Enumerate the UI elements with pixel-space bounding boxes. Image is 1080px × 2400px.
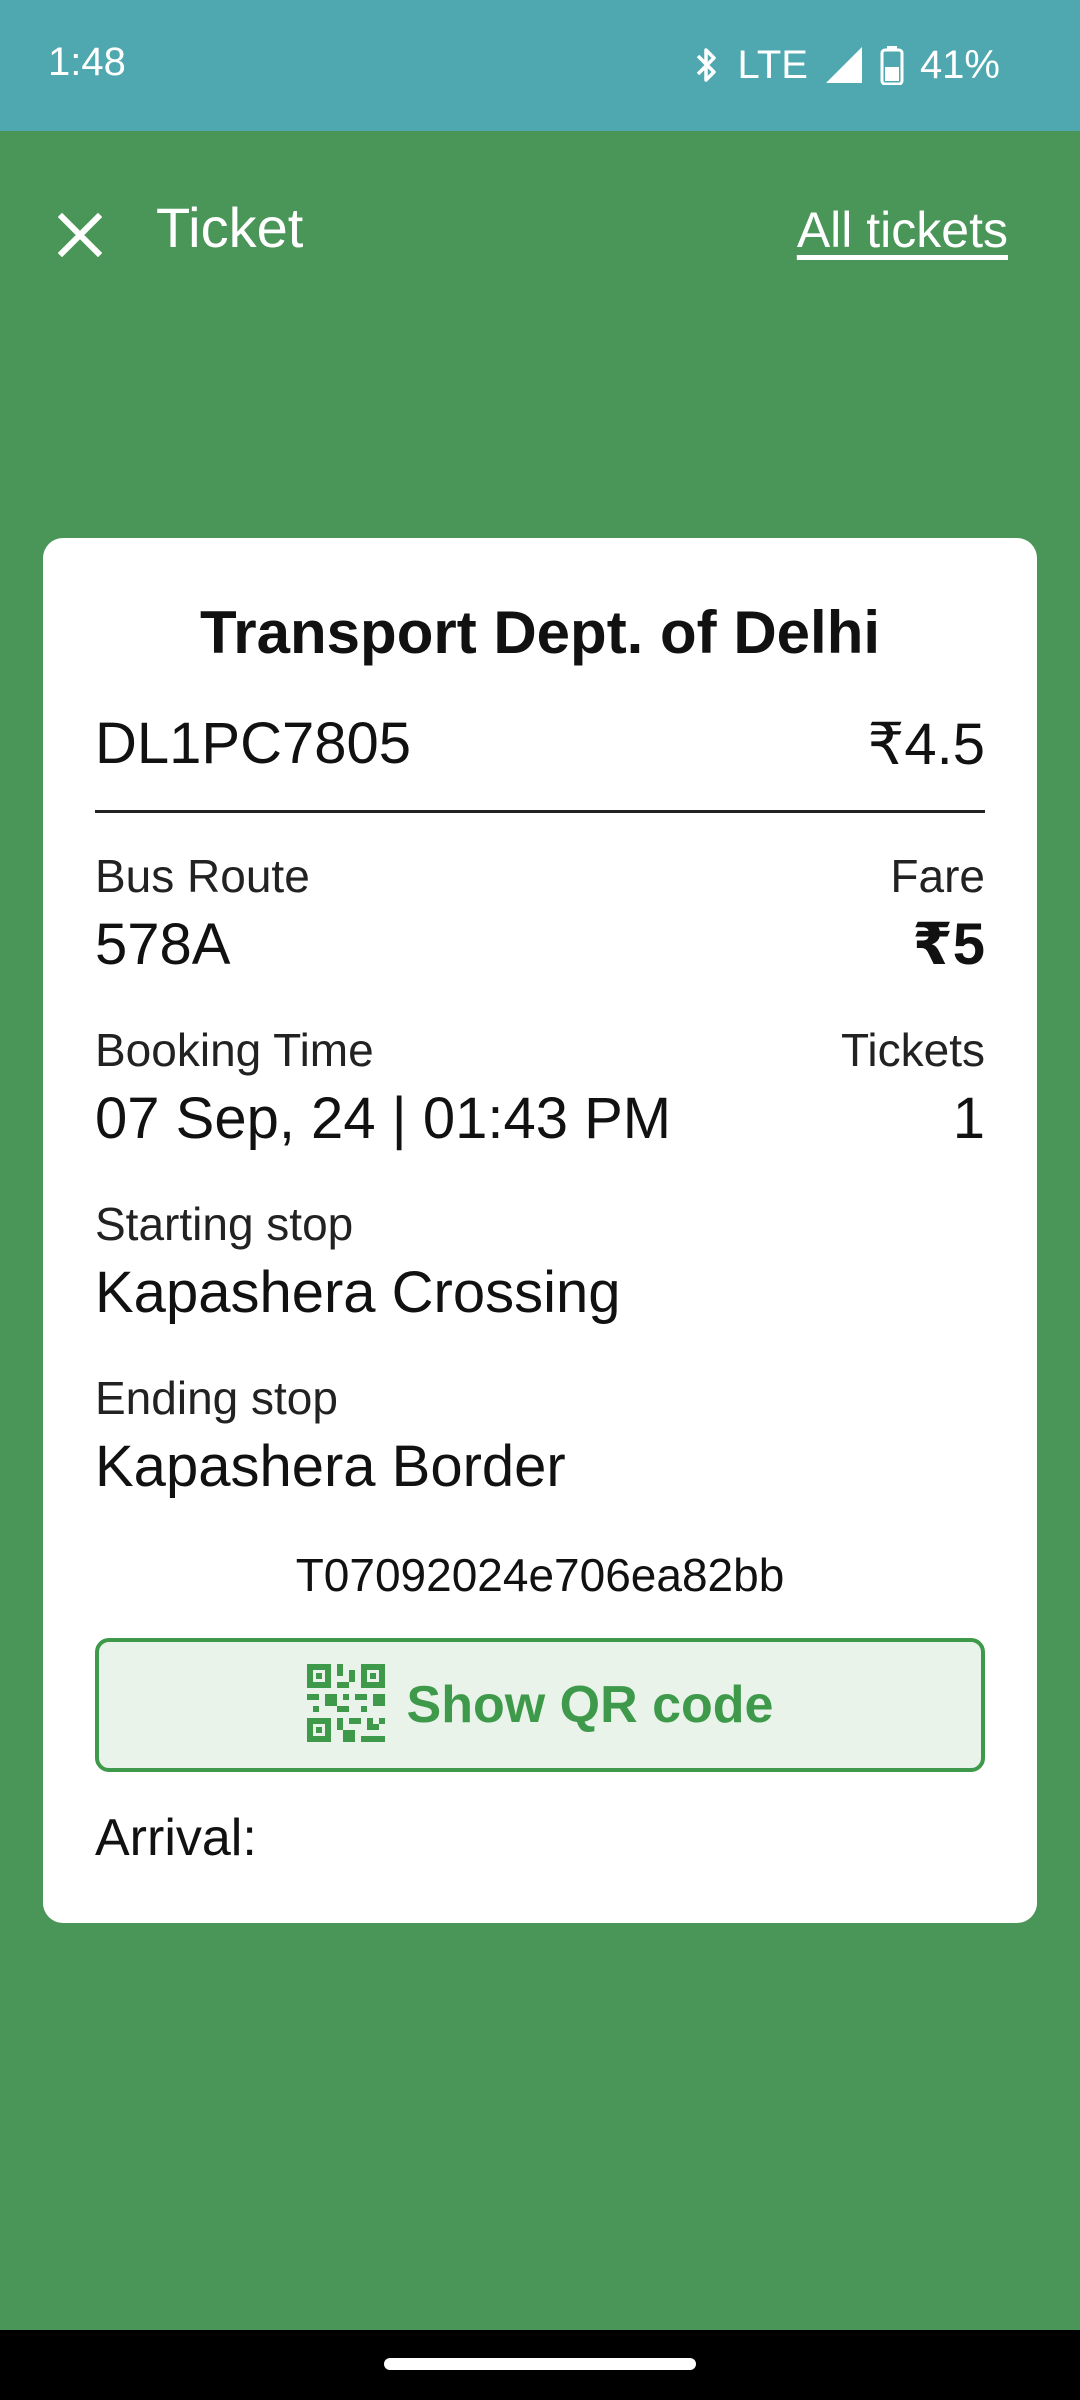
bluetooth-icon (692, 45, 722, 85)
close-button[interactable] (50, 207, 110, 267)
route-block: Bus Route 578A (95, 848, 310, 980)
ending-stop-block: Ending stop Kapashera Border (95, 1370, 566, 1502)
tickets-label: Tickets (841, 1024, 985, 1076)
tickets-block: Tickets 1 (841, 1022, 985, 1154)
show-qr-code-button[interactable]: Show QR code (95, 1638, 985, 1772)
starting-stop-label: Starting stop (95, 1198, 354, 1250)
starting-stop-value: Kapashera Crossing (95, 1260, 621, 1325)
booking-time-label: Booking Time (95, 1024, 374, 1076)
starting-stop-row: Starting stop Kapashera Crossing (95, 1196, 985, 1328)
fare-label: Fare (890, 850, 985, 902)
signal-icon (824, 45, 864, 85)
vehicle-row: DL1PC7805 ₹4.5 (95, 710, 985, 778)
top-app-bar: Ticket All tickets (0, 131, 1080, 331)
bus-route-value: 578A (95, 912, 231, 977)
booking-block: Booking Time 07 Sep, 24 | 01:43 PM (95, 1022, 671, 1154)
page-title: Ticket (156, 196, 304, 259)
ending-stop-value: Kapashera Border (95, 1434, 566, 1499)
vehicle-number: DL1PC7805 (95, 711, 411, 776)
fare-block: Fare ₹5 (890, 848, 985, 980)
all-tickets-link[interactable]: All tickets (797, 201, 1008, 259)
booking-time-value: 07 Sep, 24 | 01:43 PM (95, 1086, 672, 1151)
arrival-label: Arrival: (95, 1809, 257, 1867)
bus-route-label: Bus Route (95, 850, 310, 902)
status-indicators: LTE 41% (692, 40, 1000, 90)
tickets-value: 1 (952, 1086, 985, 1151)
divider (95, 810, 985, 813)
status-bar: 1:48 LTE 41% (0, 0, 1080, 131)
status-time: 1:48 (48, 40, 126, 84)
vehicle-fare: ₹4.5 (867, 712, 985, 777)
home-gesture-handle[interactable] (384, 2358, 696, 2370)
network-type: LTE (737, 42, 808, 87)
battery-icon (880, 45, 904, 85)
agency-name: Transport Dept. of Delhi (199, 599, 881, 666)
fare-value: ₹5 (912, 912, 985, 977)
close-icon (57, 212, 103, 262)
ending-stop-row: Ending stop Kapashera Border (95, 1370, 985, 1502)
ticket-id: T07092024e706ea82bb (295, 1549, 785, 1601)
booking-tickets-row: Booking Time 07 Sep, 24 | 01:43 PM Ticke… (95, 1022, 985, 1154)
starting-stop-block: Starting stop Kapashera Crossing (95, 1196, 621, 1328)
battery-percent: 41% (919, 42, 1000, 87)
qr-code-icon (306, 1663, 385, 1747)
route-fare-row: Bus Route 578A Fare ₹5 (95, 848, 985, 980)
show-qr-code-label: Show QR code (406, 1676, 774, 1734)
ending-stop-label: Ending stop (95, 1372, 338, 1424)
navigation-bar (0, 2330, 1080, 2400)
ticket-card: Transport Dept. of Delhi DL1PC7805 ₹4.5 … (43, 538, 1037, 1923)
